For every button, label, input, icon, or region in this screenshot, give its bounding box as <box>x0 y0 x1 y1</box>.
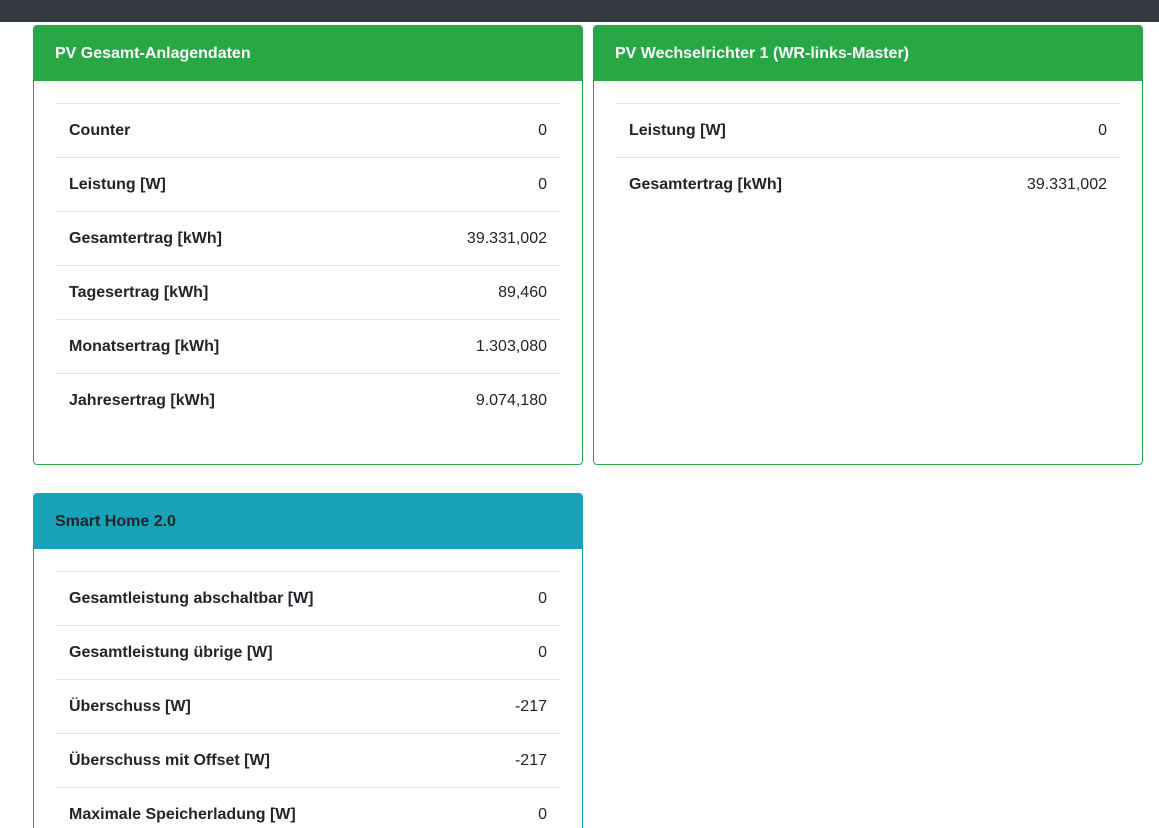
row-value: -217 <box>470 679 560 734</box>
table-row: Counter 0 <box>56 103 560 158</box>
card-title: Smart Home 2.0 <box>55 512 176 530</box>
table-row: Leistung [W] 0 <box>616 103 1120 158</box>
table-row: Gesamtleistung abschaltbar [W] 0 <box>56 571 560 626</box>
row-label: Überschuss mit Offset [W] <box>56 733 471 788</box>
table-row: Monatsertrag [kWh] 1.303,080 <box>56 319 560 374</box>
row-label: Monatsertrag [kWh] <box>56 319 373 374</box>
table-row: Maximale Speicherladung [W] 0 <box>56 787 560 828</box>
table-row: Gesamtertrag [kWh] 39.331,002 <box>616 157 1120 211</box>
row-label: Gesamtleistung abschaltbar [W] <box>56 571 471 626</box>
table-row: Überschuss mit Offset [W] -217 <box>56 733 560 788</box>
card-title: PV Wechselrichter 1 (WR-links-Master) <box>615 44 910 62</box>
wr1-card: PV Wechselrichter 1 (WR-links-Master) Le… <box>593 25 1143 465</box>
row-label: Tagesertrag [kWh] <box>56 265 373 320</box>
row-value: 0 <box>932 103 1120 158</box>
row-label: Counter <box>56 103 373 158</box>
row-value: -217 <box>470 733 560 788</box>
row-value: 39.331,002 <box>932 157 1120 211</box>
row-value: 0 <box>470 571 560 626</box>
row-label: Gesamtleistung übrige [W] <box>56 625 471 680</box>
card-title: PV Gesamt-Anlagendaten <box>55 44 251 62</box>
row-value: 1.303,080 <box>372 319 560 374</box>
row-value: 0 <box>470 625 560 680</box>
smarthome-card-header: Smart Home 2.0 <box>34 494 582 549</box>
top-navbar <box>0 0 1159 22</box>
row-label: Leistung [W] <box>56 157 373 212</box>
table-row: Gesamtertrag [kWh] 39.331,002 <box>56 211 560 266</box>
row-value: 0 <box>470 787 560 828</box>
row-label: Überschuss [W] <box>56 679 471 734</box>
row-label: Gesamtertrag [kWh] <box>616 157 933 211</box>
pv-gesamt-card-header: PV Gesamt-Anlagendaten <box>34 26 582 81</box>
wr1-card-header: PV Wechselrichter 1 (WR-links-Master) <box>594 26 1142 81</box>
smarthome-card: Smart Home 2.0 Gesamtleistung abschaltba… <box>33 493 583 828</box>
table-row: Leistung [W] 0 <box>56 157 560 212</box>
table-row: Jahresertrag [kWh] 9.074,180 <box>56 373 560 427</box>
row-label: Maximale Speicherladung [W] <box>56 787 471 828</box>
pv-gesamt-table: Counter 0 Leistung [W] 0 Gesamtertrag [k… <box>56 103 560 427</box>
table-row: Tagesertrag [kWh] 89,460 <box>56 265 560 320</box>
row-label: Jahresertrag [kWh] <box>56 373 373 427</box>
wr1-table: Leistung [W] 0 Gesamtertrag [kWh] 39.331… <box>616 103 1120 211</box>
row-value: 89,460 <box>372 265 560 320</box>
pv-gesamt-card: PV Gesamt-Anlagendaten Counter 0 Leistun… <box>33 25 583 465</box>
smarthome-table: Gesamtleistung abschaltbar [W] 0 Gesamtl… <box>56 571 560 828</box>
row-value: 9.074,180 <box>372 373 560 427</box>
row-value: 0 <box>372 157 560 212</box>
row-label: Gesamtertrag [kWh] <box>56 211 373 266</box>
row-label: Leistung [W] <box>616 103 933 158</box>
table-row: Überschuss [W] -217 <box>56 679 560 734</box>
row-value: 0 <box>372 103 560 158</box>
row-value: 39.331,002 <box>372 211 560 266</box>
table-row: Gesamtleistung übrige [W] 0 <box>56 625 560 680</box>
